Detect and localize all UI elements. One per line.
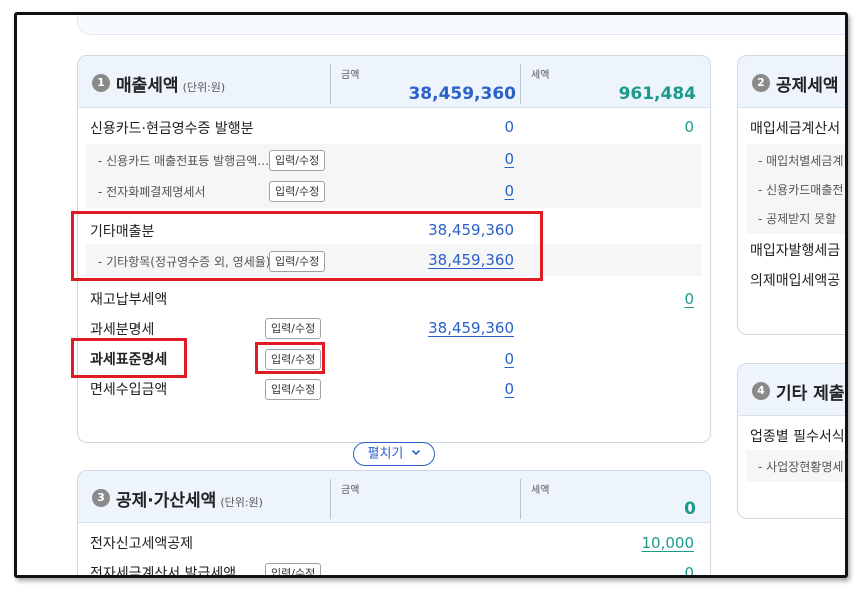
- row-tax-detail-amount[interactable]: 38,459,360: [428, 319, 514, 337]
- amount-column: 금액 38,459,360: [330, 64, 516, 104]
- amount-total: 38,459,360: [408, 84, 516, 104]
- purchase-invoice-label: 매입세금계산서: [750, 121, 841, 137]
- unit-label: (단위:원): [182, 81, 226, 94]
- tax-column: 세액 0: [520, 479, 696, 519]
- exempt-income-edit-button[interactable]: 입력/수정: [265, 379, 322, 400]
- deduction-addition-card: 3 공제·가산세액 (단위:원) 금액 세액 0 전자신고세액공제 10,000 …: [77, 470, 711, 578]
- top-panel-edge: [77, 15, 845, 35]
- tax-column-label: 세액: [531, 485, 550, 496]
- row-other-sales-label: 기타매출분: [90, 224, 155, 240]
- expand-button[interactable]: 펼치기: [353, 442, 435, 466]
- section-number-badge: 4: [752, 382, 770, 400]
- tax-detail-edit-button[interactable]: 입력/수정: [265, 318, 322, 339]
- sales-tax-title-text: 매출세액: [116, 76, 179, 96]
- section-number-badge: 1: [92, 74, 110, 92]
- row-other-sales-amount: 38,459,360: [428, 221, 514, 239]
- sales-tax-card: 1 매출세액 (단위:원) 금액 38,459,360 세액 961,484 신용…: [77, 55, 711, 443]
- section-number-badge: 2: [752, 74, 770, 92]
- row-card-slip-label: - 신용카드 매출전표등 발행금액…: [98, 154, 270, 168]
- chevron-down-icon: [411, 443, 421, 465]
- row-tax-detail-label: 과세분명세: [90, 322, 155, 338]
- other-submission-card: 4 기타 제출 업종별 필수서식 - 사업장현황명세: [737, 363, 845, 519]
- row-card-cash-amount: 0: [504, 118, 514, 136]
- row-other-items-amount[interactable]: 38,459,360: [428, 251, 514, 269]
- non-deductible-label: - 공제받지 못할: [758, 212, 837, 226]
- other-submission-title: 기타 제출: [776, 384, 845, 404]
- tax-column-label: 세액: [531, 70, 550, 81]
- tax-column: 세액 961,484: [520, 64, 696, 104]
- other-submission-header: 4 기타 제출: [738, 364, 845, 416]
- industry-required-label: 업종별 필수서식: [750, 429, 845, 445]
- row-inventory-tax-value[interactable]: 0: [684, 290, 694, 308]
- tax-total: 961,484: [618, 84, 696, 104]
- amount-column-label: 금액: [341, 70, 360, 81]
- amount-column-label: 금액: [341, 485, 360, 496]
- row-e-payment-label: - 전자화폐결제명세서: [98, 185, 206, 199]
- deduction-tax-header: 2 공제세액: [738, 56, 845, 108]
- sales-tax-title: 매출세액 (단위:원): [116, 71, 225, 96]
- e-invoice-edit-button[interactable]: 입력/수정: [265, 563, 322, 575]
- deemed-input-label: 의제매입세액공: [750, 273, 841, 289]
- e-invoice-tax[interactable]: 0: [684, 564, 694, 575]
- other-items-edit-button[interactable]: 입력/수정: [269, 251, 326, 272]
- row-card-cash-tax: 0: [684, 118, 694, 136]
- deduction-tax-card: 2 공제세액 매입세금계산서 - 매입처별세금계 - 신용카드매출전 - 공제받…: [737, 55, 845, 335]
- row-other-items-label: - 기타항목(정규영수증 외, 영세율): [98, 255, 271, 269]
- row-tax-standard-amount[interactable]: 0: [504, 350, 514, 368]
- row-card-slip-amount[interactable]: 0: [504, 150, 514, 168]
- row-card-cash-label: 신용카드·현금영수증 발행분: [90, 121, 254, 137]
- e-invoice-label: 전자세금계산서 발급세액 …: [90, 566, 255, 578]
- e-payment-edit-button[interactable]: 입력/수정: [269, 181, 326, 202]
- deduction-addition-header: 3 공제·가산세액 (단위:원) 금액 세액 0: [78, 471, 710, 523]
- deduction-tax-title: 공제세액: [776, 76, 839, 96]
- unit-label: (단위:원): [220, 496, 263, 509]
- e-filing-label: 전자신고세액공제: [90, 536, 194, 552]
- e-filing-tax[interactable]: 10,000: [642, 534, 695, 552]
- tax-total: 0: [684, 499, 696, 519]
- purchase-by-vendor-label: - 매입처별세금계: [758, 154, 844, 168]
- business-status-label: - 사업장현황명세: [758, 460, 844, 474]
- row-e-payment-amount[interactable]: 0: [504, 182, 514, 200]
- row-exempt-income-amount[interactable]: 0: [504, 380, 514, 398]
- deduction-addition-title-text: 공제·가산세액: [116, 491, 217, 511]
- expand-button-label: 펼치기: [367, 446, 404, 462]
- sales-tax-header: 1 매출세액 (단위:원) 금액 38,459,360 세액 961,484: [78, 56, 710, 108]
- screenshot-frame: 1 매출세액 (단위:원) 금액 38,459,360 세액 961,484 신용…: [14, 12, 848, 578]
- row-inventory-tax-label: 재고납부세액: [90, 292, 168, 308]
- buyer-issued-label: 매입자발행세금: [750, 243, 841, 259]
- deduction-addition-title: 공제·가산세액 (단위:원): [116, 486, 263, 511]
- row-tax-standard-label: 과세표준명세: [90, 352, 168, 368]
- card-purchase-label: - 신용카드매출전: [758, 183, 844, 197]
- row-exempt-income-label: 면세수입금액: [90, 382, 168, 398]
- amount-column: 금액: [330, 479, 516, 519]
- card-slip-edit-button[interactable]: 입력/수정: [269, 150, 326, 171]
- tax-standard-edit-button[interactable]: 입력/수정: [265, 349, 322, 370]
- section-number-badge: 3: [92, 489, 110, 507]
